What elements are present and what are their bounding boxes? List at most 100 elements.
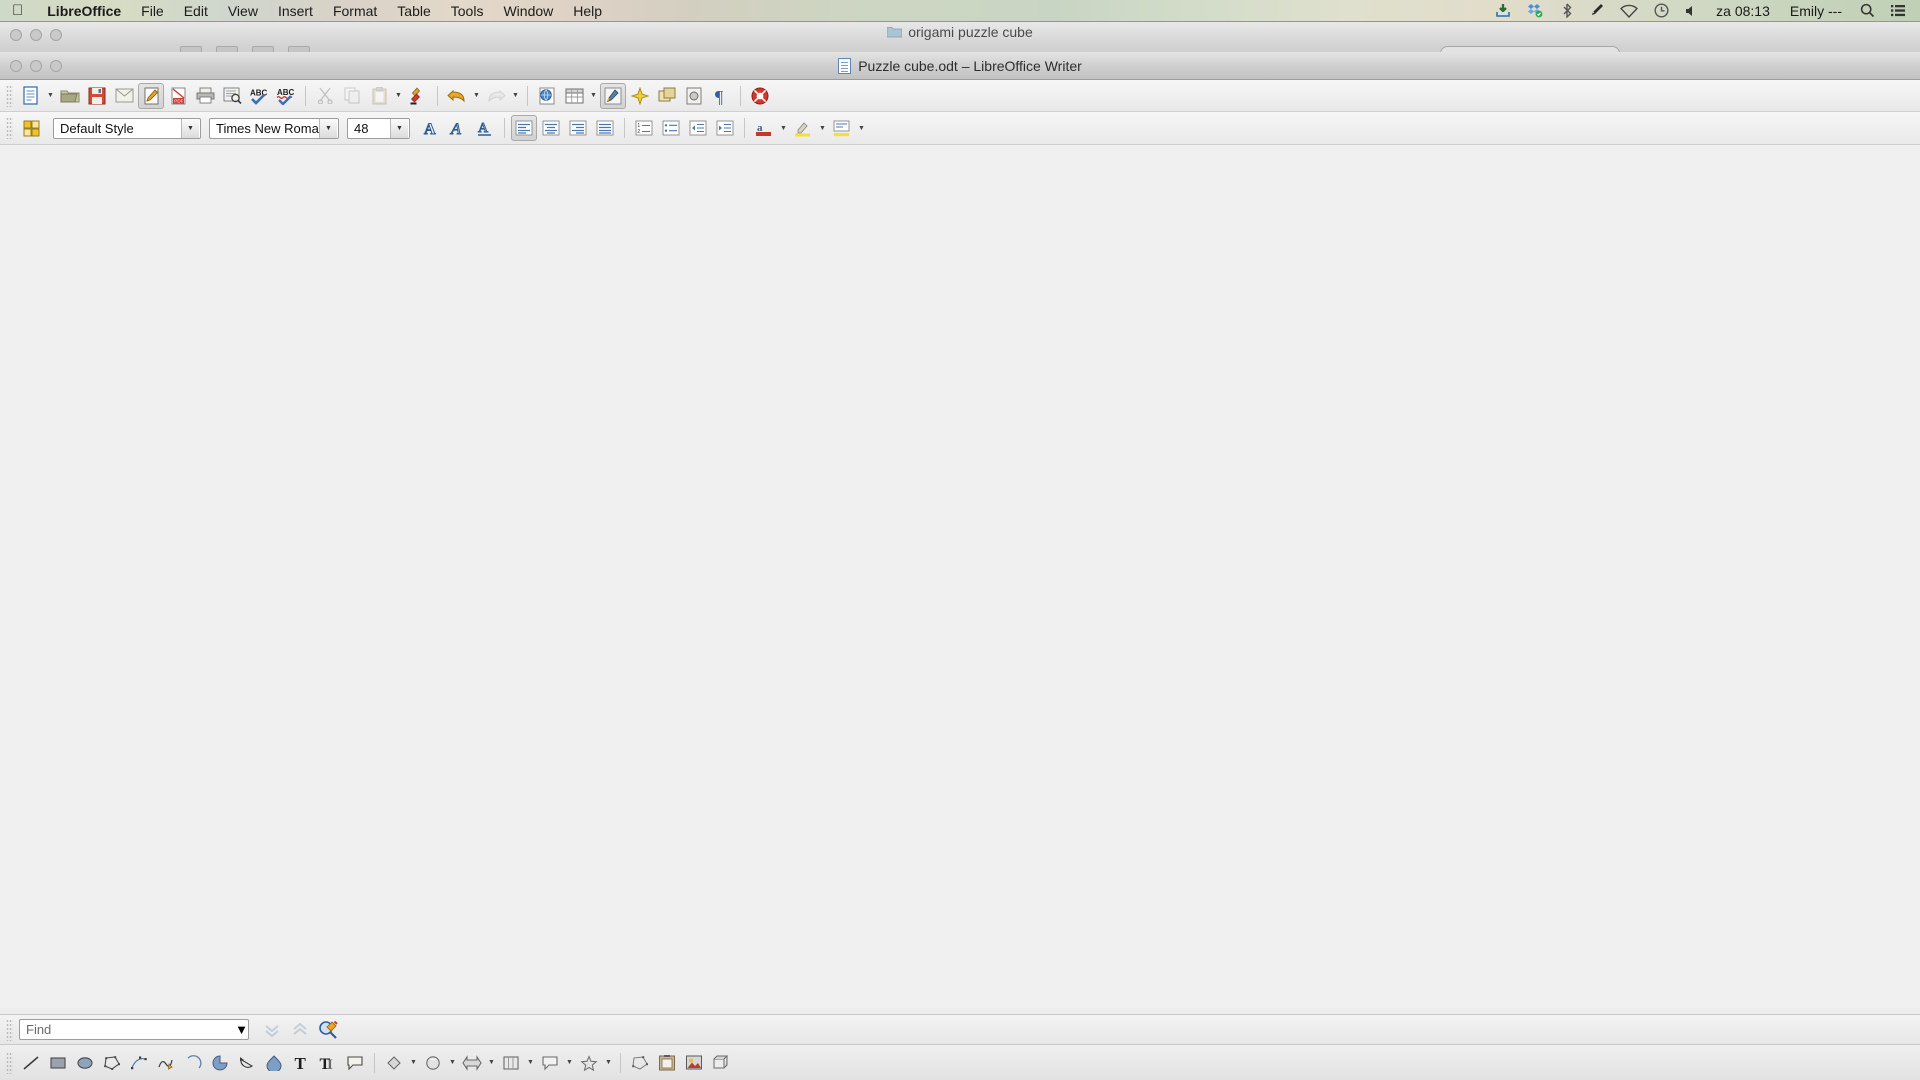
rectangle-icon[interactable] — [45, 1050, 71, 1076]
line-icon[interactable] — [18, 1050, 44, 1076]
pencil-edit-icon[interactable] — [138, 82, 164, 109]
bullet-list-icon[interactable] — [658, 115, 684, 141]
globe-icon[interactable] — [534, 83, 560, 109]
align-right-icon[interactable] — [565, 115, 591, 141]
search-history-chevron-down-icon[interactable]: ▼ — [235, 1022, 248, 1037]
block-arrow-icon[interactable] — [459, 1050, 485, 1076]
menu-app-name[interactable]: LibreOffice — [37, 0, 131, 22]
increase-indent-icon[interactable] — [712, 115, 738, 141]
libreoffice-close-button[interactable] — [10, 60, 22, 72]
download-icon[interactable] — [1487, 0, 1519, 22]
font-color-icon[interactable]: a — [751, 115, 777, 141]
pilcrow-icon[interactable]: ¶ — [708, 83, 734, 109]
paintbrush-icon[interactable] — [405, 83, 431, 109]
pie-icon[interactable] — [207, 1050, 233, 1076]
sparkle-icon[interactable] — [627, 83, 653, 109]
menu-table[interactable]: Table — [387, 0, 440, 22]
fill-shape-icon[interactable] — [261, 1050, 287, 1076]
font-size-combobox[interactable]: 48 ▼ — [347, 117, 410, 139]
paragraph-style-combobox[interactable]: Default Style ▼ — [53, 117, 201, 139]
flowchart-icon[interactable] — [498, 1050, 524, 1076]
copy-icon[interactable] — [339, 83, 365, 109]
symbol-shapes-icon[interactable] — [420, 1050, 446, 1076]
bluetooth-icon[interactable] — [1552, 0, 1582, 22]
undo-arrow-icon[interactable] — [444, 83, 470, 109]
callout-shapes-dropdown-chevron-down-icon[interactable]: ▼ — [564, 1050, 575, 1076]
wifi-icon[interactable] — [1612, 0, 1646, 22]
ink-pen-icon[interactable] — [1582, 0, 1612, 22]
menu-help[interactable]: Help — [563, 0, 612, 22]
pdf-export-icon[interactable]: PDF — [165, 83, 191, 109]
block-arrows-dropdown-chevron-down-icon[interactable]: ▼ — [486, 1050, 497, 1076]
scissors-icon[interactable] — [312, 83, 338, 109]
draw-brush-icon[interactable] — [600, 82, 626, 109]
paragraph-style-chevron-down-icon[interactable]: ▼ — [181, 118, 199, 138]
redo-arrow-icon[interactable] — [483, 83, 509, 109]
menu-format[interactable]: Format — [323, 0, 387, 22]
font-color-dropdown-chevron-down-icon[interactable]: ▼ — [778, 115, 789, 141]
new-doc-dropdown-chevron-down-icon[interactable]: ▼ — [45, 83, 56, 109]
menu-view[interactable]: View — [218, 0, 268, 22]
align-left-icon[interactable] — [511, 115, 537, 141]
find-next-icon[interactable] — [259, 1017, 285, 1043]
find-previous-icon[interactable] — [287, 1017, 313, 1043]
menu-insert[interactable]: Insert — [268, 0, 323, 22]
paste-dropdown-chevron-down-icon[interactable]: ▼ — [393, 83, 404, 109]
font-name-combobox[interactable]: Times New Roma ▼ — [209, 117, 339, 139]
drawing-toolbar-grip[interactable] — [6, 1051, 13, 1074]
printer-icon[interactable] — [192, 83, 218, 109]
font-name-chevron-down-icon[interactable]: ▼ — [319, 118, 337, 138]
freeform-pencil-icon[interactable] — [153, 1050, 179, 1076]
menu-bar-clock[interactable]: za 08:13 — [1706, 3, 1780, 19]
menu-bar-user[interactable]: Emily --- — [1780, 3, 1852, 19]
apple-logo-icon[interactable]:  — [12, 3, 23, 18]
folder-open-icon[interactable] — [57, 83, 83, 109]
envelope-icon[interactable] — [111, 83, 137, 109]
highlight-icon[interactable] — [790, 115, 816, 141]
print-preview-icon[interactable] — [219, 83, 245, 109]
redo-dropdown-chevron-down-icon[interactable]: ▼ — [510, 83, 521, 109]
circle-segment-icon[interactable] — [234, 1050, 260, 1076]
symbol-shapes-dropdown-chevron-down-icon[interactable]: ▼ — [447, 1050, 458, 1076]
spotlight-search-icon[interactable] — [1852, 0, 1883, 22]
extrusion-icon[interactable] — [708, 1050, 734, 1076]
insert-table-dropdown-chevron-down-icon[interactable]: ▼ — [588, 83, 599, 109]
bold-A-icon[interactable]: A — [418, 115, 444, 141]
menu-file[interactable]: File — [131, 0, 174, 22]
arc-icon[interactable] — [180, 1050, 206, 1076]
italic-A-icon[interactable]: A — [445, 115, 471, 141]
font-size-chevron-down-icon[interactable]: ▼ — [390, 118, 408, 138]
align-justify-icon[interactable] — [592, 115, 618, 141]
stars-dropdown-chevron-down-icon[interactable]: ▼ — [603, 1050, 614, 1076]
libreoffice-zoom-button[interactable] — [50, 60, 62, 72]
decrease-indent-icon[interactable] — [685, 115, 711, 141]
menu-tools[interactable]: Tools — [441, 0, 494, 22]
abc-wave-icon[interactable]: ABC — [273, 83, 299, 109]
menu-edit[interactable]: Edit — [174, 0, 218, 22]
floppy-save-icon[interactable] — [84, 83, 110, 109]
dropbox-icon[interactable] — [1519, 0, 1552, 22]
ellipse-icon[interactable] — [72, 1050, 98, 1076]
callout-icon[interactable] — [342, 1050, 368, 1076]
table-grid-icon[interactable] — [561, 83, 587, 109]
basic-shapes-icon[interactable] — [381, 1050, 407, 1076]
underline-A-icon[interactable]: A — [472, 115, 498, 141]
libreoffice-title-bar[interactable]: Puzzle cube.odt – LibreOffice Writer — [0, 52, 1920, 80]
frame-icon[interactable] — [654, 83, 680, 109]
notification-center-icon[interactable] — [1883, 0, 1914, 22]
field-icon[interactable] — [681, 83, 707, 109]
lifebuoy-help-icon[interactable] — [747, 83, 773, 109]
gallery-icon[interactable] — [654, 1050, 680, 1076]
find-and-replace-icon[interactable] — [315, 1017, 341, 1043]
sidebar-grid-icon[interactable] — [18, 115, 44, 141]
formatting-toolbar-grip[interactable] — [6, 117, 13, 139]
highlight-dropdown-chevron-down-icon[interactable]: ▼ — [817, 115, 828, 141]
volume-icon[interactable] — [1677, 0, 1706, 22]
standard-toolbar-grip[interactable] — [6, 84, 13, 107]
new-doc-icon[interactable] — [18, 83, 44, 109]
polygon-icon[interactable] — [99, 1050, 125, 1076]
align-center-icon[interactable] — [538, 115, 564, 141]
paragraph-background-icon[interactable] — [829, 115, 855, 141]
libreoffice-minimize-button[interactable] — [30, 60, 42, 72]
search-input[interactable]: Find ▼ — [19, 1019, 249, 1040]
